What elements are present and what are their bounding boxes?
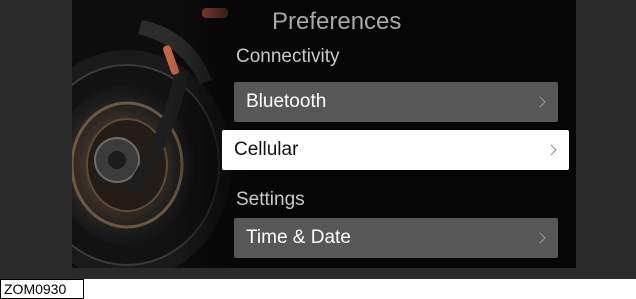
section-header-connectivity: Connectivity	[236, 46, 340, 67]
menu-item-cellular[interactable]: Cellular	[222, 130, 569, 170]
menu-item-bluetooth[interactable]: Bluetooth	[234, 82, 558, 122]
menu-item-time-date[interactable]: Time & Date	[234, 218, 558, 258]
menu-item-label: Bluetooth	[246, 91, 327, 112]
chevron-right-icon	[534, 96, 546, 108]
device-frame: Preferences Connectivity Bluetooth Cellu…	[0, 0, 636, 279]
menu-item-label: Cellular	[234, 139, 299, 160]
right-bezel	[576, 0, 636, 279]
chevron-right-icon	[545, 144, 557, 156]
figure-code-label: ZOM0930	[0, 279, 84, 299]
chevron-right-icon	[534, 232, 546, 244]
left-bezel	[0, 0, 72, 279]
display-screen: Preferences Connectivity Bluetooth Cellu…	[72, 0, 576, 268]
section-header-settings: Settings	[236, 189, 305, 210]
page-title: Preferences	[272, 8, 402, 35]
menu-item-label: Time & Date	[246, 227, 351, 248]
